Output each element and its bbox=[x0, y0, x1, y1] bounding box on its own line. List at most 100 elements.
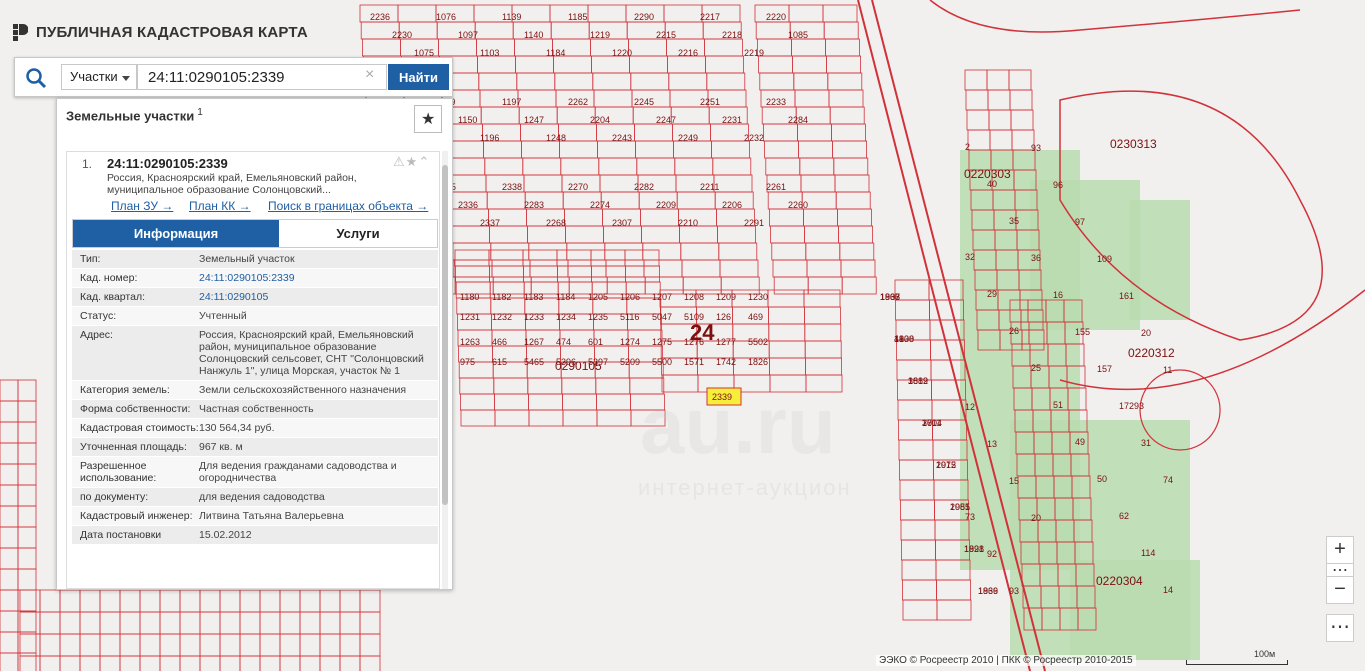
parcel bbox=[0, 631, 19, 654]
parcel bbox=[319, 589, 341, 613]
parcel bbox=[634, 123, 673, 142]
parcel bbox=[59, 655, 81, 671]
tabs: Информация Услуги bbox=[72, 219, 438, 248]
parcel-number: 469 bbox=[748, 312, 763, 322]
parcel-number: 1274 bbox=[620, 337, 640, 347]
parcel-number: 155 bbox=[1075, 327, 1090, 337]
parcel bbox=[139, 655, 161, 671]
property-row: Дата постановки 15.02.2012 bbox=[72, 526, 438, 545]
parcel-number: 2260 bbox=[788, 200, 808, 210]
parcel-number: 466 bbox=[492, 337, 507, 347]
parcel-number: 2051 bbox=[950, 502, 970, 512]
parcel bbox=[768, 323, 806, 342]
parcel bbox=[807, 276, 843, 295]
property-row: Разрешенное использование: Для ведения гр… bbox=[72, 457, 438, 488]
brand: ПУБЛИЧНАЯ КАДАСТРОВАЯ КАРТА bbox=[12, 22, 308, 42]
parcel-number: 51 bbox=[1053, 400, 1063, 410]
parcel bbox=[710, 123, 749, 142]
star-outline-icon[interactable]: ★ bbox=[406, 154, 419, 169]
property-row: Статус: Учтенный bbox=[72, 307, 438, 326]
parcel bbox=[988, 109, 1012, 131]
parcel bbox=[799, 157, 835, 176]
clear-icon[interactable]: × bbox=[365, 66, 374, 84]
tab-services[interactable]: Услуги bbox=[279, 220, 437, 247]
chevron-up-icon[interactable]: ⌃ bbox=[418, 154, 430, 169]
parcel bbox=[17, 526, 37, 549]
parcel-number: 161 bbox=[1119, 291, 1134, 301]
parcel bbox=[770, 225, 805, 244]
parcel bbox=[516, 72, 556, 91]
parcel bbox=[0, 400, 19, 423]
parcel bbox=[59, 611, 81, 635]
zoom-out-button[interactable]: − bbox=[1326, 576, 1354, 604]
parcel bbox=[604, 242, 644, 261]
map-label-q2: 0220303 bbox=[964, 167, 1011, 181]
search-icon[interactable] bbox=[25, 67, 47, 89]
favorite-button[interactable]: ★ bbox=[414, 105, 442, 133]
parcel bbox=[794, 89, 830, 108]
parcel-number: 1248 bbox=[546, 133, 566, 143]
property-row: Кад. квартал: 24:11:0290105 bbox=[72, 288, 438, 307]
search-filter-select[interactable]: Участки bbox=[61, 64, 137, 90]
parcel bbox=[480, 106, 520, 125]
parcel bbox=[319, 655, 341, 671]
parcel bbox=[179, 611, 201, 635]
parcel bbox=[19, 655, 41, 671]
more-button[interactable]: ⋯ bbox=[1326, 614, 1354, 642]
parcel bbox=[279, 633, 301, 657]
parcel bbox=[987, 89, 1011, 111]
parcel-number: 14 bbox=[1163, 585, 1173, 595]
parcel bbox=[642, 242, 682, 261]
parcel-number: 2283 bbox=[524, 200, 544, 210]
parcel bbox=[805, 357, 842, 376]
scrollbar-thumb[interactable] bbox=[442, 165, 448, 505]
parcel bbox=[17, 484, 37, 507]
parcel bbox=[718, 242, 758, 261]
warning-icon[interactable]: ⚠ bbox=[393, 154, 406, 169]
property-value[interactable]: 24:11:0290105:2339 bbox=[199, 272, 438, 284]
parcel bbox=[299, 589, 321, 613]
parcel bbox=[454, 249, 490, 267]
result-title[interactable]: 24:11:0290105:2339 bbox=[107, 156, 228, 171]
plan-zu-link[interactable]: План ЗУ → bbox=[111, 199, 173, 213]
parcel bbox=[0, 610, 19, 633]
parcel bbox=[299, 611, 321, 635]
parcel-number: 1139 bbox=[502, 12, 521, 22]
parcel-number: 1234 bbox=[556, 312, 576, 322]
tab-information[interactable]: Информация bbox=[73, 220, 279, 247]
parcel bbox=[0, 484, 19, 507]
scale-label: 100м bbox=[1254, 649, 1276, 659]
parcel bbox=[670, 106, 710, 125]
parcel bbox=[567, 259, 607, 278]
parcel bbox=[17, 421, 37, 444]
search-input[interactable] bbox=[137, 64, 387, 90]
parcel-number: 2219 bbox=[744, 48, 764, 58]
parcel-number: 1742 bbox=[716, 357, 736, 367]
parcel bbox=[641, 225, 680, 244]
property-value: Учтенный bbox=[199, 310, 247, 322]
parcel-number: 2 bbox=[965, 142, 970, 152]
parcel bbox=[773, 276, 809, 295]
result-address: Россия, Красноярский край, Емельяновский… bbox=[107, 172, 357, 196]
parcel bbox=[591, 55, 630, 74]
parcel bbox=[491, 259, 531, 278]
plan-kk-link[interactable]: План КК → bbox=[189, 199, 251, 213]
parcel-number: 97 bbox=[1075, 217, 1085, 227]
search-in-bounds-link[interactable]: Поиск в границах объекта → bbox=[268, 199, 428, 213]
parcel bbox=[900, 499, 935, 521]
find-button[interactable]: Найти bbox=[388, 64, 449, 90]
panel-scrollbar[interactable] bbox=[442, 151, 448, 589]
parcel bbox=[199, 655, 221, 671]
panel-title: Земельные участки 1 bbox=[66, 107, 203, 123]
parcel-number: 1966 bbox=[880, 292, 900, 302]
parcel-number: 29 bbox=[987, 289, 997, 299]
parcel bbox=[643, 259, 683, 278]
parcel bbox=[453, 259, 493, 278]
property-value[interactable]: 24:11:0290105 bbox=[199, 291, 438, 303]
parcel bbox=[528, 242, 568, 261]
map-label-q4: 0220304 bbox=[1096, 574, 1143, 588]
parcel bbox=[259, 655, 281, 671]
parcel bbox=[0, 442, 19, 465]
zoom-in-button[interactable]: + bbox=[1326, 536, 1354, 564]
parcel bbox=[119, 611, 141, 635]
